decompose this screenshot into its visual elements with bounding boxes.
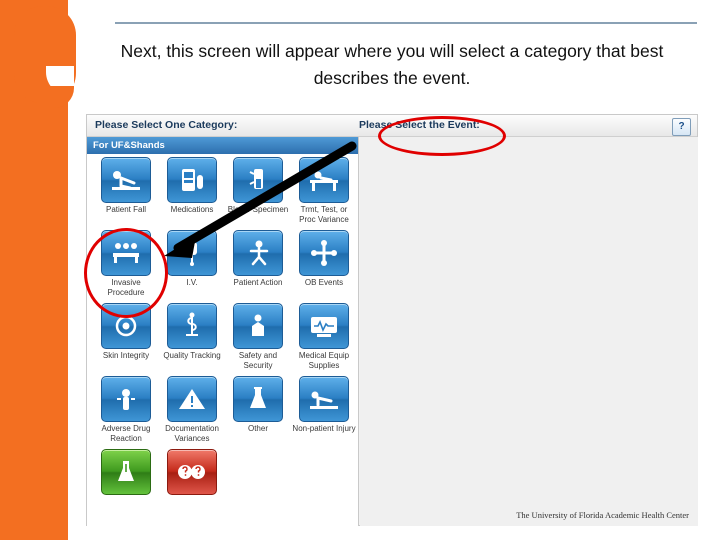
safety-security-icon bbox=[233, 303, 283, 349]
footer-credit: The University of Florida Academic Healt… bbox=[516, 510, 689, 520]
category-tile-label: Invasive Procedure bbox=[107, 278, 145, 297]
help-button[interactable]: ? bbox=[672, 118, 691, 136]
category-tile-unknown[interactable] bbox=[159, 449, 225, 522]
category-tile-label: Adverse Drug Reaction bbox=[101, 424, 151, 443]
patient-fall-icon bbox=[101, 157, 151, 203]
category-tile-label: Safety and Security bbox=[238, 351, 278, 370]
page-title: Next, this screen will appear where you … bbox=[120, 41, 664, 88]
lab-flask-icon bbox=[101, 449, 151, 495]
other-icon bbox=[233, 376, 283, 422]
category-tile-treatment-test[interactable]: Trmt, Test, or Proc Variance bbox=[291, 157, 357, 230]
ob-events-icon bbox=[299, 230, 349, 276]
category-tile-label: Blood/ Specimen bbox=[227, 205, 289, 214]
blood-specimen-icon bbox=[233, 157, 283, 203]
quality-tracking-icon bbox=[167, 303, 217, 349]
category-tile-label: Quality Tracking bbox=[163, 351, 221, 360]
category-tile-quality-tracking[interactable]: Quality Tracking bbox=[159, 303, 225, 376]
category-tile-safety-security[interactable]: Safety and Security bbox=[225, 303, 291, 376]
invasive-procedure-icon bbox=[101, 230, 151, 276]
category-tile-blood-specimen[interactable]: Blood/ Specimen bbox=[225, 157, 291, 230]
category-tile-label: Documentation Variances bbox=[165, 424, 219, 443]
category-tile-medical-equipment[interactable]: Medical Equip Supplies bbox=[291, 303, 357, 376]
question-faces-icon bbox=[167, 449, 217, 495]
category-tile-adverse-drug-reaction[interactable]: Adverse Drug Reaction bbox=[93, 376, 159, 449]
brand-logo-tail bbox=[40, 86, 74, 108]
category-pane-subheader: For UF&Shands bbox=[87, 137, 358, 154]
category-tile-label: Medical Equip Supplies bbox=[298, 351, 350, 370]
non-patient-injury-icon bbox=[299, 376, 349, 422]
medical-equipment-icon bbox=[299, 303, 349, 349]
category-tile-lab[interactable] bbox=[93, 449, 159, 522]
adverse-drug-reaction-icon bbox=[101, 376, 151, 422]
treatment-test-icon bbox=[299, 157, 349, 203]
category-pane-heading: Please Select One Category: bbox=[95, 119, 238, 131]
category-pane: For UF&Shands Patient Fall Medications B… bbox=[87, 137, 359, 526]
category-tile-patient-action[interactable]: Patient Action bbox=[225, 230, 291, 303]
category-tile-non-patient-injury[interactable]: Non-patient Injury bbox=[291, 376, 357, 449]
category-tile-label: Non-patient Injury bbox=[292, 424, 356, 433]
skin-integrity-icon bbox=[101, 303, 151, 349]
category-tile-label: Trmt, Test, or Proc Variance bbox=[299, 205, 349, 224]
application-window: Please Select One Category: Please Selec… bbox=[86, 114, 698, 526]
category-tile-label: OB Events bbox=[304, 278, 344, 287]
category-tile-invasive-procedure[interactable]: Invasive Procedure bbox=[93, 230, 159, 303]
category-tile-patient-fall[interactable]: Patient Fall bbox=[93, 157, 159, 230]
documentation-variances-icon bbox=[167, 376, 217, 422]
category-tile-iv[interactable]: I.V. bbox=[159, 230, 225, 303]
category-tile-documentation-variances[interactable]: Documentation Variances bbox=[159, 376, 225, 449]
category-tile-medications[interactable]: Medications bbox=[159, 157, 225, 230]
iv-icon bbox=[167, 230, 217, 276]
medications-icon bbox=[167, 157, 217, 203]
event-pane-heading: Please Select the Event: bbox=[359, 119, 480, 131]
category-tile-label: Other bbox=[247, 424, 268, 433]
category-tile-label: I.V. bbox=[186, 278, 198, 287]
category-tile-label: Patient Action bbox=[233, 278, 283, 287]
category-tile-other[interactable]: Other bbox=[225, 376, 291, 449]
category-tile-ob-events[interactable]: OB Events bbox=[291, 230, 357, 303]
header-divider bbox=[115, 22, 697, 24]
category-tile-grid: Patient Fall Medications Blood/ Specimen… bbox=[93, 157, 357, 522]
patient-action-icon bbox=[233, 230, 283, 276]
category-tile-label: Skin Integrity bbox=[102, 351, 150, 360]
category-tile-skin-integrity[interactable]: Skin Integrity bbox=[93, 303, 159, 376]
category-tile-label: Medications bbox=[170, 205, 214, 214]
category-tile-label: Patient Fall bbox=[105, 205, 147, 214]
app-header-bar: Please Select One Category: Please Selec… bbox=[87, 115, 697, 137]
event-pane[interactable] bbox=[360, 137, 698, 526]
